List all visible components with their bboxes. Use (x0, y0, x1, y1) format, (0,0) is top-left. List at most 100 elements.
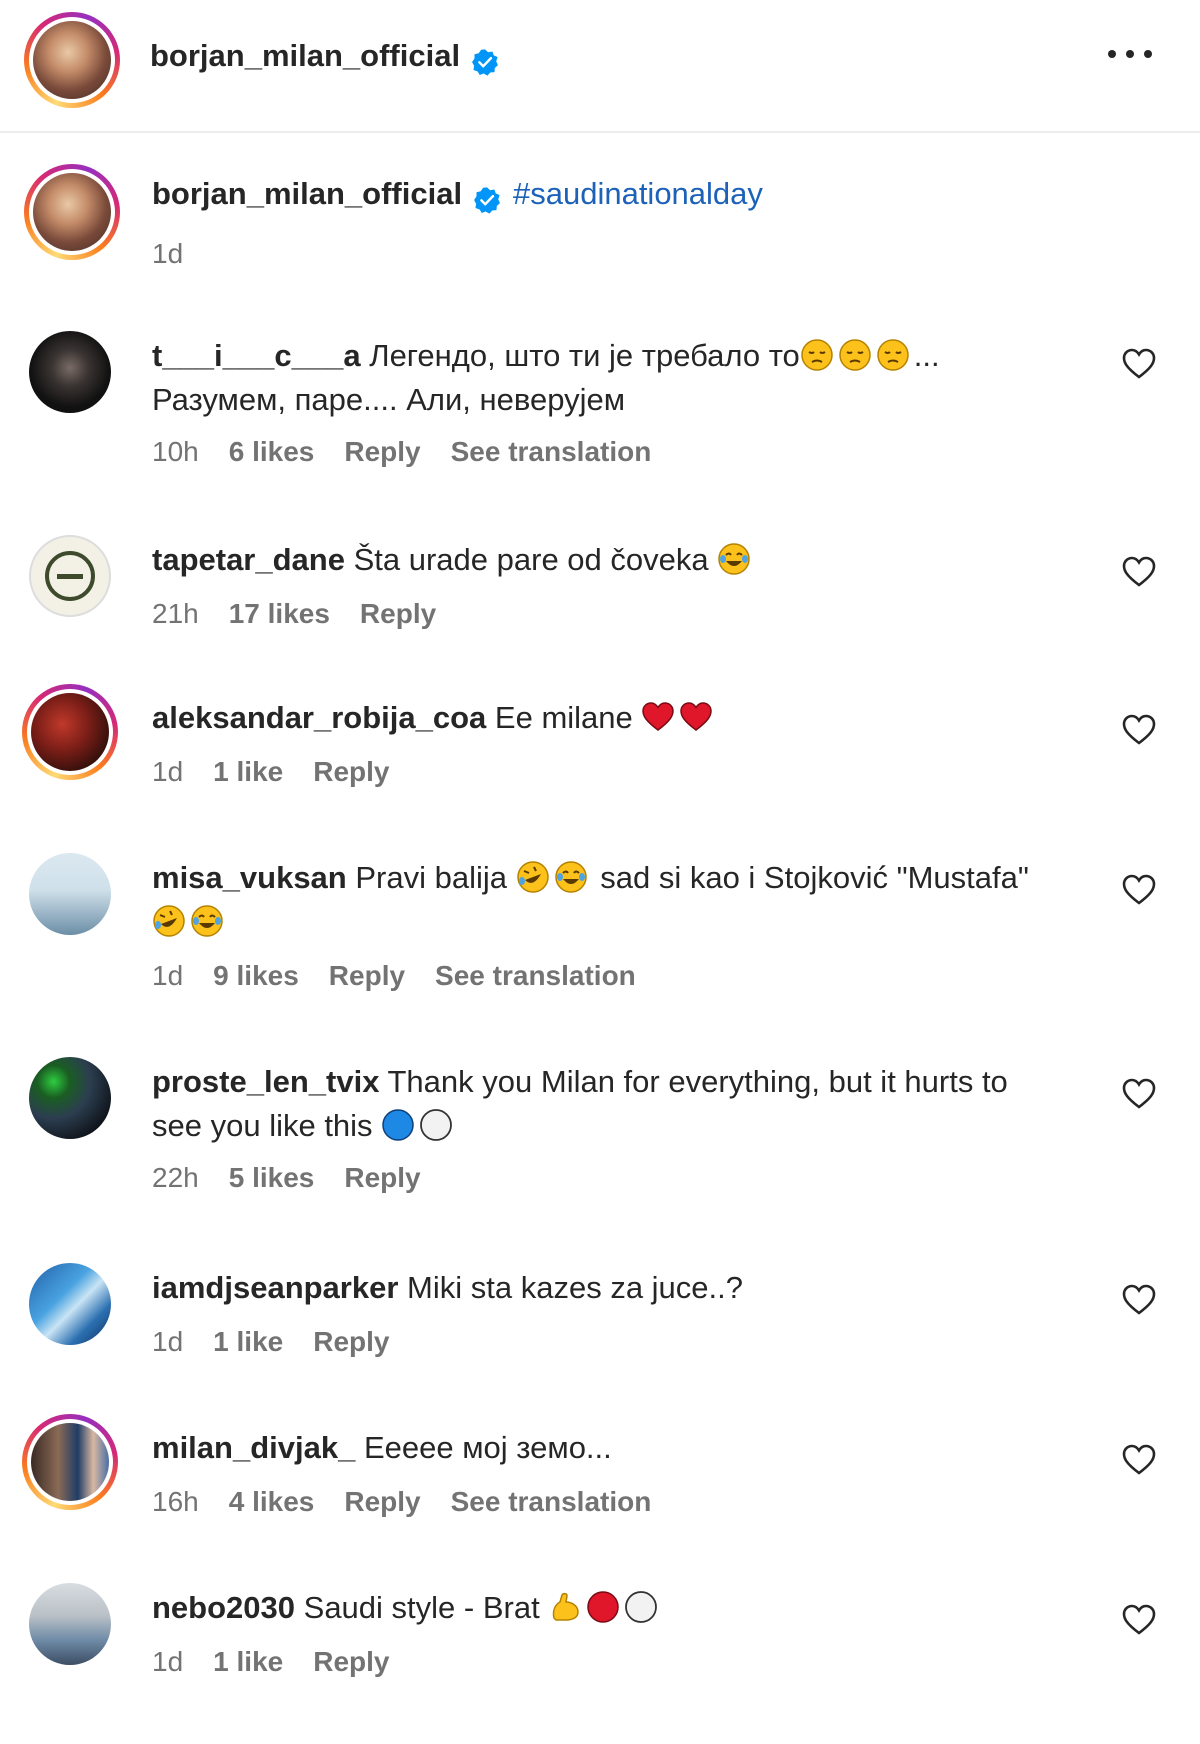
blue-circle-icon (382, 1109, 414, 1141)
heart-icon[interactable] (1122, 1604, 1156, 1636)
heart-icon[interactable] (1122, 714, 1156, 746)
verified-badge-icon (471, 49, 498, 76)
comment-time: 1d (152, 1646, 184, 1677)
commenter-avatar[interactable] (22, 684, 118, 780)
heart-icon[interactable] (1122, 1444, 1156, 1476)
comment-item: milan_divjak_ Eeeee мој земо... 16h 4 li… (0, 1414, 1200, 1540)
comment-meta: 1d 1 like Reply (152, 1326, 389, 1358)
reply-button[interactable]: Reply (313, 1326, 389, 1358)
reply-button[interactable]: Reply (329, 960, 405, 992)
comment-meta: 1d 1 like Reply (152, 1646, 389, 1678)
heart-icon[interactable] (1122, 348, 1156, 380)
comment-username[interactable]: t___i___c___a (152, 338, 361, 373)
heart-icon[interactable] (1122, 1284, 1156, 1316)
comment-item: t___i___c___a Легендо, што ти је требало… (0, 328, 1200, 488)
comment-time: 1d (152, 756, 184, 787)
comment-ellipsis: ... (913, 338, 940, 373)
commenter-avatar[interactable] (22, 1414, 118, 1510)
more-options-icon[interactable] (1108, 42, 1152, 66)
comment-text: iamdjseanparker Miki sta kazes za juce..… (152, 1266, 1092, 1310)
tears-of-joy-icon (718, 543, 750, 575)
heart-icon[interactable] (1122, 1078, 1156, 1110)
see-translation-link[interactable]: See translation (451, 436, 652, 468)
caption-avatar[interactable] (24, 164, 120, 260)
comment-body: Pravi balija (355, 860, 507, 895)
comment-likes[interactable]: 6 likes (229, 436, 315, 468)
comment-item: tapetar_dane Šta urade pare od čoveka 21… (0, 532, 1200, 652)
comment-item: nebo2030 Saudi style - Brat 1d 1 like Re… (0, 1580, 1200, 1700)
comment-text: tapetar_dane Šta urade pare od čoveka (152, 538, 1092, 582)
reply-button[interactable]: Reply (344, 436, 420, 468)
header-avatar[interactable] (24, 12, 120, 108)
reply-button[interactable]: Reply (313, 1646, 389, 1678)
comment-likes[interactable]: 17 likes (229, 598, 330, 630)
heart-icon[interactable] (1122, 874, 1156, 906)
caption-time: 1d (152, 238, 184, 269)
reply-button[interactable]: Reply (344, 1486, 420, 1518)
comment-body: Ee milane (494, 700, 633, 735)
reply-button[interactable]: Reply (344, 1162, 420, 1194)
see-translation-link[interactable]: See translation (451, 1486, 652, 1518)
comment-meta: 10h 6 likes Reply See translation (152, 436, 651, 468)
comment-username[interactable]: misa_vuksan (152, 860, 347, 895)
see-translation-link[interactable]: See translation (435, 960, 636, 992)
comment-time: 16h (152, 1486, 199, 1517)
comment-text: nebo2030 Saudi style - Brat (152, 1586, 1092, 1630)
rolling-laughing-icon (153, 905, 185, 937)
comment-text: t___i___c___a Легендо, што ти је требало… (152, 334, 1092, 422)
comment-username[interactable]: milan_divjak_ (152, 1430, 355, 1465)
reply-button[interactable]: Reply (313, 756, 389, 788)
caption-username[interactable]: borjan_milan_official (152, 176, 462, 211)
white-circle-icon (625, 1591, 658, 1623)
header-user: borjan_milan_official (150, 38, 499, 76)
comment-body: Thank you Milan for everything, but it h… (387, 1064, 1008, 1099)
commenter-avatar[interactable] (26, 532, 114, 620)
commenter-avatar[interactable] (26, 850, 114, 938)
rolling-laughing-icon (516, 861, 549, 893)
commenter-avatar[interactable] (26, 1580, 114, 1668)
comment-meta: 22h 5 likes Reply (152, 1162, 421, 1194)
comment-likes[interactable]: 1 like (213, 1326, 283, 1358)
white-circle-icon (420, 1109, 453, 1141)
commenter-avatar[interactable] (26, 328, 114, 416)
red-circle-icon (587, 1591, 620, 1623)
header-username[interactable]: borjan_milan_official (150, 38, 460, 73)
comment-username[interactable]: iamdjseanparker (152, 1270, 398, 1305)
comment-meta: 16h 4 likes Reply See translation (152, 1486, 651, 1518)
heart-icon[interactable] (1122, 556, 1156, 588)
flexed-biceps-icon (553, 1592, 580, 1621)
comment-body: Šta urade pare od čoveka (353, 542, 709, 577)
comment-body: Eeeee мој земо... (363, 1430, 612, 1465)
comment-meta: 1d 9 likes Reply See translation (152, 960, 636, 992)
comment-username[interactable]: nebo2030 (152, 1590, 295, 1625)
pensive-face-icon (877, 339, 909, 371)
comment-likes[interactable]: 4 likes (229, 1486, 315, 1518)
comment-meta: 21h 17 likes Reply (152, 598, 436, 630)
comment-username[interactable]: proste_len_tvix (152, 1064, 379, 1099)
comment-item: proste_len_tvix Thank you Milan for ever… (0, 1054, 1200, 1214)
comment-username[interactable]: tapetar_dane (152, 542, 345, 577)
comment-likes[interactable]: 1 like (213, 756, 283, 788)
comment-time: 1d (152, 1326, 184, 1357)
hashtag-link[interactable]: #saudinationalday (513, 176, 763, 211)
comment-likes[interactable]: 5 likes (229, 1162, 315, 1194)
comment-time: 22h (152, 1162, 199, 1193)
pensive-face-icon (839, 339, 871, 371)
comment-likes[interactable]: 9 likes (213, 960, 299, 992)
tears-of-joy-icon (554, 861, 587, 893)
commenter-avatar[interactable] (26, 1260, 114, 1348)
post-header: borjan_milan_official (0, 0, 1200, 133)
comment-likes[interactable]: 1 like (213, 1646, 283, 1678)
comment-meta: 1d 1 like Reply (152, 756, 389, 788)
comment-time: 10h (152, 436, 199, 467)
comment-text: aleksandar_robija_coa Ee milane (152, 696, 1092, 740)
comment-body-line2: see you like this (152, 1108, 373, 1143)
comment-username[interactable]: aleksandar_robija_coa (152, 700, 486, 735)
comment-body: Saudi style - Brat (303, 1590, 540, 1625)
commenter-avatar[interactable] (26, 1054, 114, 1142)
comment-text: proste_len_tvix Thank you Milan for ever… (152, 1060, 1092, 1148)
verified-badge-icon (473, 187, 500, 214)
comment-text: milan_divjak_ Eeeee мој земо... (152, 1426, 1092, 1470)
comment-item: aleksandar_robija_coa Ee milane 1d 1 lik… (0, 684, 1200, 810)
reply-button[interactable]: Reply (360, 598, 436, 630)
